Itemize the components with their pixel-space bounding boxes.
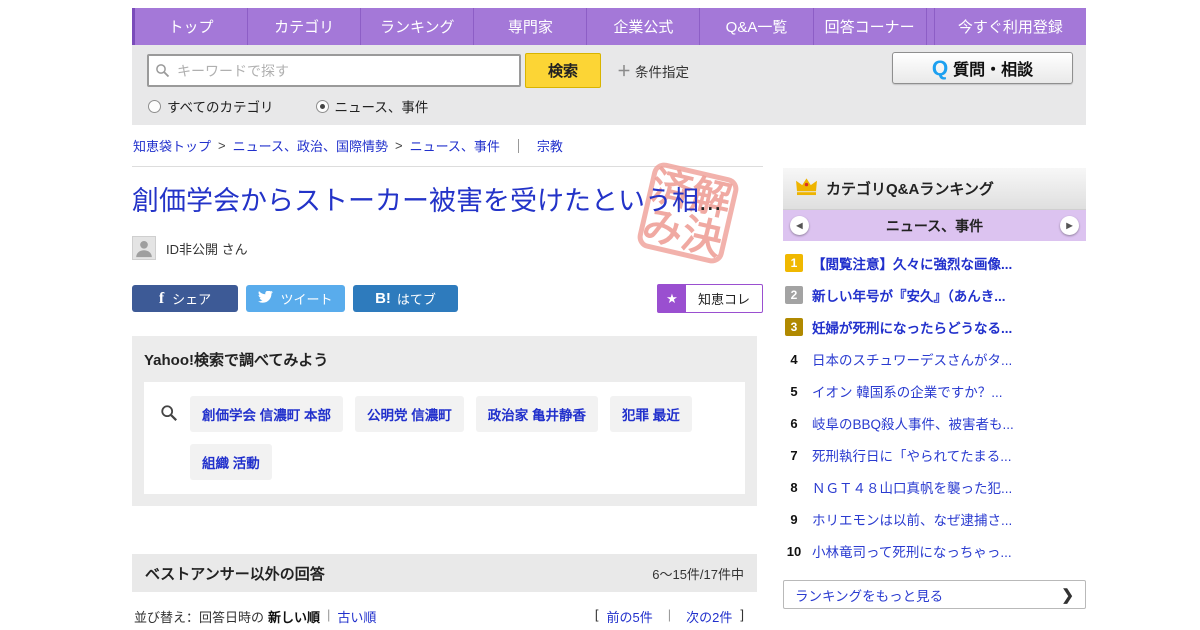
rank-1-badge: 1 [785, 254, 803, 272]
pager-next-link[interactable]: 次の2件 [686, 607, 732, 626]
share-row: f シェア ツイート B! はてブ ★ 知恵コレ [132, 284, 763, 313]
ranking-item-9[interactable]: 9 ホリエモンは以前、なぜ逮捕さ... [783, 503, 1086, 535]
hatena-bookmark-button[interactable]: B! はてブ [353, 285, 458, 312]
nav-tab-register[interactable]: 今すぐ利用登録 [933, 8, 1086, 45]
chevron-right-icon: ❯ [1061, 586, 1074, 604]
suggest-tag[interactable]: 創価学会 信濃町 本部 [190, 396, 344, 432]
ranking-category-label: ニュース、事件 [885, 217, 984, 234]
breadcrumb-divider [517, 138, 519, 153]
search-box [147, 54, 521, 87]
main-column: 解済決み 創価学会からストーカー被害を受けたという相... ID非公開 さん f… [132, 160, 763, 626]
search-icon [160, 404, 178, 480]
sort-newest[interactable]: 新しい順 [268, 607, 320, 626]
ranking-item-4[interactable]: 4 日本のスチュワーデスさんがタ... [783, 343, 1086, 375]
ranking-category-bar: ◀ ニュース、事件 ▶ [783, 210, 1086, 241]
ranking-item-6[interactable]: 6 岐阜のBBQ殺人事件、被害者も... [783, 407, 1086, 439]
nav-tab-category[interactable]: カテゴリ [248, 8, 362, 45]
suggest-tag[interactable]: 犯罪 最近 [610, 396, 692, 432]
breadcrumb-religion[interactable]: 宗教 [537, 136, 563, 155]
suggest-tag[interactable]: 公明党 信濃町 [355, 396, 464, 432]
ranking-item-7[interactable]: 7 死刑執行日に「やられてたまる... [783, 439, 1086, 471]
top-nav: トップ カテゴリ ランキング 専門家 企業公式 Q&A一覧 回答コーナー 今すぐ… [132, 8, 1086, 45]
breadcrumb-news-politics[interactable]: ニュース、政治、国際情勢 [233, 136, 388, 155]
pager: [ 前の5件 | 次の2件 ] [594, 607, 744, 626]
q-icon: Q [931, 56, 949, 80]
other-answers-title: ベストアンサー以外の回答 [145, 565, 325, 583]
search-icon [155, 63, 170, 83]
sort-row: 並び替え：回答日時の 新しい順 | 古い順 [ 前の5件 | 次の2件 ] [134, 607, 744, 626]
suggest-heading: Yahoo!検索で調べてみよう [144, 352, 329, 369]
facebook-share-button[interactable]: f シェア [132, 285, 238, 312]
ranking-item-2[interactable]: 2 新しい年号が『安久』（あんき... [783, 279, 1086, 311]
ranking-item-1[interactable]: 1 【閲覧注意】久々に強烈な画像... [783, 247, 1086, 279]
avatar [132, 236, 156, 260]
other-answers-header: ベストアンサー以外の回答 6〜15件/17件中 [132, 554, 757, 592]
nav-tab-experts[interactable]: 専門家 [474, 8, 588, 45]
search-button[interactable]: 検索 [525, 53, 601, 88]
rank-2-badge: 2 [785, 286, 803, 304]
sort-oldest-link[interactable]: 古い順 [337, 607, 376, 626]
radio-all-categories[interactable]: すべてのカテゴリ [148, 96, 274, 116]
ranking-item-3[interactable]: 3 妊婦が死刑になったらどうなる... [783, 311, 1086, 343]
ranking-more-button[interactable]: ランキングをもっと見る ❯ [783, 580, 1086, 609]
question-title[interactable]: 創価学会からストーカー被害を受けたという相... [132, 186, 763, 217]
suggest-tag[interactable]: 組織 活動 [190, 444, 272, 480]
star-icon: ★ [657, 285, 686, 312]
ranking-item-10[interactable]: 10 小林竜司って死刑になっちゃっ... [783, 535, 1086, 567]
ranking-header: カテゴリQ&Aランキング [783, 168, 1086, 210]
author-name[interactable]: ID非公開 さん [166, 239, 248, 258]
breadcrumb-news-incidents[interactable]: ニュース、事件 [410, 136, 500, 155]
advanced-search-link[interactable]: ＋ 条件指定 [617, 61, 689, 81]
nav-tab-answer-corner[interactable]: 回答コーナー [814, 8, 927, 45]
sidebar-ranking: カテゴリQ&Aランキング ◀ ニュース、事件 ▶ 1 【閲覧注意】久々に強烈な画… [783, 168, 1086, 609]
crown-icon [795, 177, 818, 201]
ask-question-button[interactable]: Q 質問・相談 [892, 52, 1073, 84]
chiecolle-button[interactable]: ★ 知恵コレ [656, 284, 763, 313]
rank-3-badge: 3 [785, 318, 803, 336]
breadcrumb-home[interactable]: 知恵袋トップ [133, 136, 211, 155]
ranking-list: 1 【閲覧注意】久々に強烈な画像... 2 新しい年号が『安久』（あんき... … [783, 241, 1086, 567]
nav-tab-ranking[interactable]: ランキング [361, 8, 475, 45]
facebook-icon: f [158, 289, 165, 307]
plus-icon: ＋ [617, 62, 631, 79]
ranking-item-8[interactable]: 8 ＮＧＴ４８山口真帆を襲った犯... [783, 471, 1086, 503]
ranking-title: カテゴリQ&Aランキング [826, 181, 994, 198]
nav-tab-qa-list[interactable]: Q&A一覧 [700, 8, 814, 45]
twitter-bird-icon [258, 289, 280, 307]
yahoo-search-suggest-box: Yahoo!検索で調べてみよう 創価学会 信濃町 本部 公明党 信濃町 政治家 … [132, 336, 757, 506]
hatena-icon: B! [375, 290, 391, 307]
pager-prev-link[interactable]: 前の5件 [607, 607, 653, 626]
radio-news-category[interactable]: ニュース、事件 [315, 96, 428, 116]
radio-checked-icon [315, 99, 329, 113]
twitter-tweet-button[interactable]: ツイート [246, 285, 345, 312]
sort-label: 並び替え：回答日時の [134, 610, 265, 625]
answers-count: 6〜15件/17件中 [652, 566, 744, 582]
suggest-tag[interactable]: 政治家 亀井静香 [475, 396, 599, 432]
nav-tab-official[interactable]: 企業公式 [587, 8, 701, 45]
ranking-item-5[interactable]: 5 イオン 韓国系の企業ですか？... [783, 375, 1086, 407]
radio-icon [148, 99, 161, 113]
question-author-row: ID非公開 さん [132, 236, 763, 260]
breadcrumb: 知恵袋トップ > ニュース、政治、国際情勢 > ニュース、事件 宗教 [133, 136, 563, 155]
next-category-button[interactable]: ▶ [1060, 216, 1079, 235]
search-panel: 検索 ＋ 条件指定 Q 質問・相談 すべてのカテゴリ ニュース、事件 [132, 45, 1086, 125]
nav-tab-top[interactable]: トップ [135, 8, 249, 45]
search-input[interactable] [147, 54, 521, 87]
prev-category-button[interactable]: ◀ [790, 216, 809, 235]
